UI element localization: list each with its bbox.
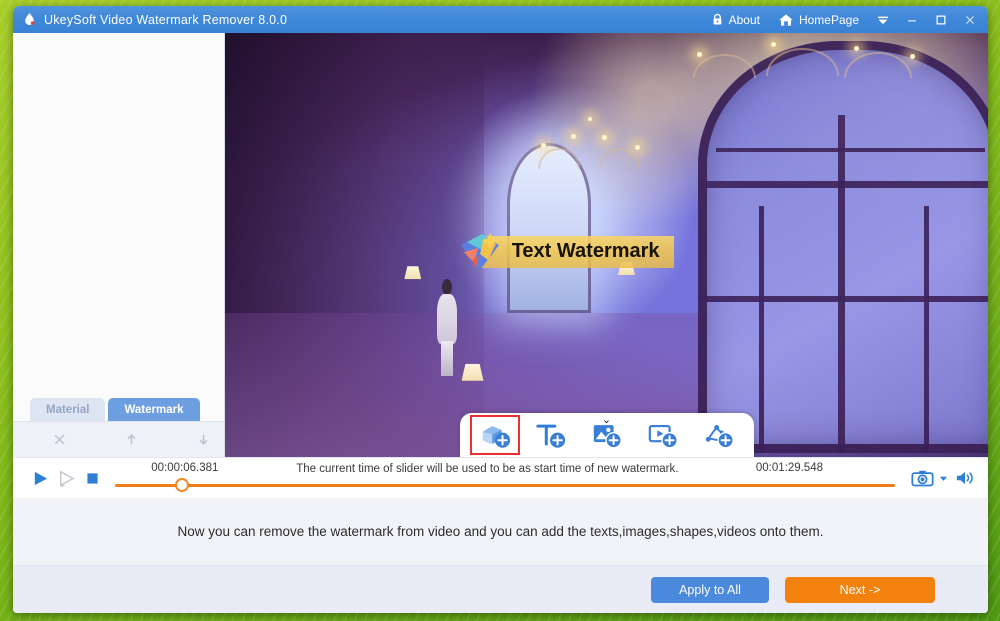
move-layer-up-button[interactable] [121, 429, 143, 451]
text-watermark-overlay[interactable]: Text Watermark [458, 230, 674, 274]
snapshot-dropdown-button[interactable] [938, 463, 949, 493]
tab-watermark-label: Watermark [124, 404, 183, 416]
window-title: UkeySoft Video Watermark Remover 8.0.0 [44, 13, 287, 27]
ukeysoft-logo-icon [458, 230, 506, 274]
add-text-button[interactable] [526, 415, 576, 455]
minimize-button[interactable] [897, 6, 926, 33]
sidebar-panel: Material Watermark [13, 33, 225, 457]
apply-to-all-button[interactable]: Apply to All [651, 577, 769, 603]
timeline[interactable]: 00:00:06.381 The current time of slider … [115, 458, 903, 499]
chandelier-small [530, 109, 667, 202]
add-shape-button[interactable] [694, 415, 744, 455]
watermark-text-label: Text Watermark [512, 240, 660, 262]
play-button[interactable] [27, 463, 53, 493]
tab-material-label: Material [46, 404, 89, 416]
footer-bar: Apply to All Next -> [13, 565, 988, 613]
maximize-button[interactable] [926, 6, 955, 33]
video-preview[interactable]: Text Watermark [225, 33, 988, 457]
layer-tools-bar [13, 421, 224, 457]
home-icon [778, 13, 794, 27]
snapshot-button[interactable] [909, 463, 935, 493]
stop-button[interactable] [79, 463, 105, 493]
add-remove-area-button[interactable] [470, 415, 520, 455]
title-bar-left: UkeySoft Video Watermark Remover 8.0.0 [22, 12, 287, 27]
about-button[interactable]: About [702, 6, 769, 33]
title-bar: UkeySoft Video Watermark Remover 8.0.0 A… [13, 6, 988, 33]
transport-right-controls [909, 463, 978, 493]
chevron-down-icon: ⌄ [602, 415, 611, 426]
watermark-layer-list[interactable] [13, 33, 224, 394]
close-button[interactable] [955, 6, 984, 33]
character-figure [435, 279, 459, 377]
about-label: About [729, 13, 760, 27]
watermark-text-background: Text Watermark [482, 236, 674, 268]
main-body: Material Watermark [13, 33, 988, 457]
application-window: UkeySoft Video Watermark Remover 8.0.0 A… [13, 6, 988, 613]
timeline-hint-label: The current time of slider will be used … [296, 463, 678, 475]
timeline-track[interactable] [115, 484, 895, 487]
next-button[interactable]: Next -> [785, 577, 935, 603]
instruction-panel: Now you can remove the watermark from vi… [13, 498, 988, 565]
add-video-button[interactable] [638, 415, 688, 455]
tab-material[interactable]: Material [30, 398, 105, 421]
title-bar-right: About HomePage [702, 6, 984, 33]
desktop-background: UkeySoft Video Watermark Remover 8.0.0 A… [0, 0, 1000, 621]
transport-bar: 00:00:06.381 The current time of slider … [13, 457, 988, 498]
timeline-handle[interactable] [175, 478, 189, 492]
delete-layer-button[interactable] [49, 429, 71, 451]
water-drop-icon [22, 12, 37, 27]
collapse-menu-button[interactable] [868, 6, 897, 33]
chandelier-large [683, 33, 927, 126]
sidebar-tabstrip: Material Watermark [13, 394, 224, 421]
step-forward-button[interactable] [53, 463, 79, 493]
lock-icon [711, 13, 724, 26]
homepage-label: HomePage [799, 13, 859, 27]
add-element-toolbar: ⌄ [460, 413, 754, 457]
instruction-text: Now you can remove the watermark from vi… [177, 524, 823, 539]
move-layer-down-button[interactable] [193, 429, 215, 451]
add-image-button[interactable]: ⌄ [582, 415, 632, 455]
volume-button[interactable] [952, 463, 978, 493]
total-time-label: 00:01:29.548 [756, 462, 823, 474]
current-time-label: 00:00:06.381 [151, 462, 218, 474]
homepage-button[interactable]: HomePage [769, 6, 868, 33]
tab-watermark[interactable]: Watermark [108, 398, 199, 421]
